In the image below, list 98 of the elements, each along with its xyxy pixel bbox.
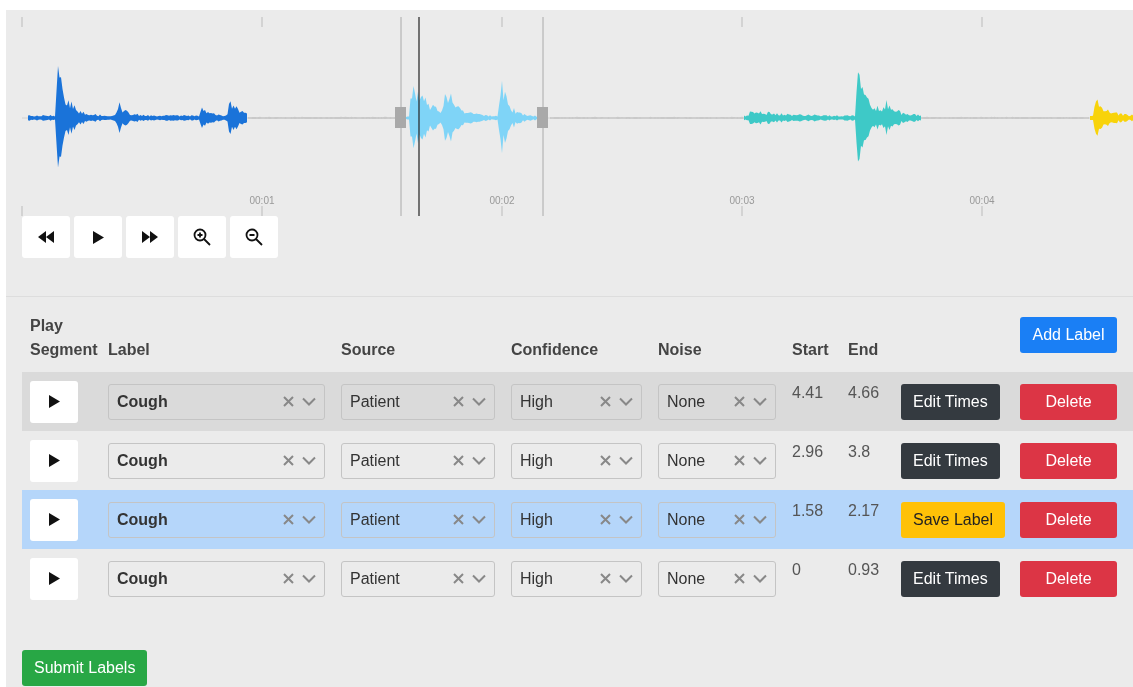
play-icon — [48, 454, 60, 467]
save-label-button[interactable]: Save Label — [901, 501, 1006, 538]
clear-icon — [734, 396, 745, 407]
chevron-down-icon — [753, 515, 767, 524]
clear-icon — [734, 514, 745, 525]
source-select[interactable]: Patient — [341, 383, 495, 420]
column-header: End — [848, 340, 880, 360]
rewind-icon — [37, 231, 55, 243]
chevron-down-icon — [753, 456, 767, 465]
play-button[interactable] — [74, 216, 122, 258]
forward-button[interactable] — [126, 216, 174, 258]
column-header: Start — [792, 340, 830, 360]
confidence-select[interactable]: High — [511, 560, 642, 597]
chevron-down-icon — [302, 397, 316, 406]
play-icon — [92, 230, 104, 244]
clear-icon — [283, 396, 294, 407]
confidence-select[interactable]: High — [511, 383, 642, 420]
chevron-down-icon — [472, 397, 486, 406]
clear-icon — [600, 455, 611, 466]
confidence-select[interactable]: High — [511, 442, 642, 479]
end-time: 4.66 — [848, 384, 881, 402]
clear-icon — [283, 455, 294, 466]
delete-button[interactable]: Delete — [1020, 560, 1117, 597]
edit-times-button[interactable]: Edit Times — [901, 383, 1000, 420]
source-select[interactable]: Patient — [341, 442, 495, 479]
fast-forward-icon — [141, 231, 159, 243]
chevron-down-icon — [472, 574, 486, 583]
chevron-down-icon — [472, 456, 486, 465]
table-row[interactable]: Cough Patient High None 0 0.93 Edit Times Delete — [22, 549, 1133, 608]
start-time: 0 — [792, 561, 802, 579]
play-segment-button[interactable] — [30, 498, 78, 541]
start-time: 2.96 — [792, 443, 825, 461]
source-select[interactable]: Patient — [341, 501, 495, 538]
add-label-button[interactable]: Add Label — [1020, 317, 1117, 353]
chevron-down-icon — [753, 397, 767, 406]
noise-select[interactable]: None — [658, 383, 776, 420]
clear-icon — [453, 573, 464, 584]
table-row[interactable]: Cough Patient High None 2.96 3.8 Edit Times Delete — [22, 431, 1133, 490]
chevron-down-icon — [753, 574, 767, 583]
clear-icon — [453, 455, 464, 466]
column-header: Noise — [658, 340, 703, 360]
noise-select[interactable]: None — [658, 501, 776, 538]
clear-icon — [283, 514, 294, 525]
time-label: 00:02 — [489, 195, 515, 206]
noise-select[interactable]: None — [658, 560, 776, 597]
delete-button[interactable]: Delete — [1020, 383, 1117, 420]
time-label: 00:01 — [249, 195, 275, 206]
end-time: 3.8 — [848, 443, 872, 461]
time-label: 00:04 — [969, 195, 995, 206]
clear-icon — [283, 573, 294, 584]
play-segment-button[interactable] — [30, 380, 78, 423]
end-time: 0.93 — [848, 561, 881, 579]
zoom-in-icon — [193, 228, 211, 246]
start-time: 1.58 — [792, 502, 825, 520]
column-header: Confidence — [511, 340, 600, 360]
clear-icon — [600, 573, 611, 584]
column-header: Source — [341, 340, 397, 360]
start-time: 4.41 — [792, 384, 825, 402]
noise-select[interactable]: None — [658, 442, 776, 479]
chevron-down-icon — [302, 574, 316, 583]
time-label: 00:03 — [729, 195, 755, 206]
play-segment-button[interactable] — [30, 557, 78, 600]
edit-times-button[interactable]: Edit Times — [901, 442, 1000, 479]
confidence-select[interactable]: High — [511, 501, 642, 538]
zoom-out-icon — [245, 228, 263, 246]
zoom-out-button[interactable] — [230, 216, 278, 258]
rewind-button[interactable] — [22, 216, 70, 258]
delete-button[interactable]: Delete — [1020, 442, 1117, 479]
label-select[interactable]: Cough — [108, 501, 325, 538]
chevron-down-icon — [619, 515, 633, 524]
chevron-down-icon — [619, 574, 633, 583]
clear-icon — [734, 573, 745, 584]
chevron-down-icon — [619, 456, 633, 465]
zoom-in-button[interactable] — [178, 216, 226, 258]
play-icon — [48, 572, 60, 585]
label-select[interactable]: Cough — [108, 560, 325, 597]
play-icon — [48, 513, 60, 526]
clear-icon — [600, 514, 611, 525]
label-select[interactable]: Cough — [108, 442, 325, 479]
delete-button[interactable]: Delete — [1020, 501, 1117, 538]
chevron-down-icon — [619, 397, 633, 406]
end-time: 2.17 — [848, 502, 881, 520]
label-select[interactable]: Cough — [108, 383, 325, 420]
column-header: Play Segment — [29, 316, 99, 360]
source-select[interactable]: Patient — [341, 560, 495, 597]
chevron-down-icon — [302, 515, 316, 524]
play-segment-button[interactable] — [30, 439, 78, 482]
clear-icon — [453, 514, 464, 525]
chevron-down-icon — [302, 456, 316, 465]
table-row[interactable]: Cough Patient High None 1.58 2.17 Save Label Delete — [22, 490, 1133, 549]
column-header: Label — [108, 340, 151, 360]
table-row[interactable]: Cough Patient High None 4.41 4.66 Edit Times Delete — [22, 372, 1133, 431]
clear-icon — [734, 455, 745, 466]
clear-icon — [600, 396, 611, 407]
edit-times-button[interactable]: Edit Times — [901, 560, 1000, 597]
play-icon — [48, 395, 60, 408]
chevron-down-icon — [472, 515, 486, 524]
clear-icon — [453, 396, 464, 407]
